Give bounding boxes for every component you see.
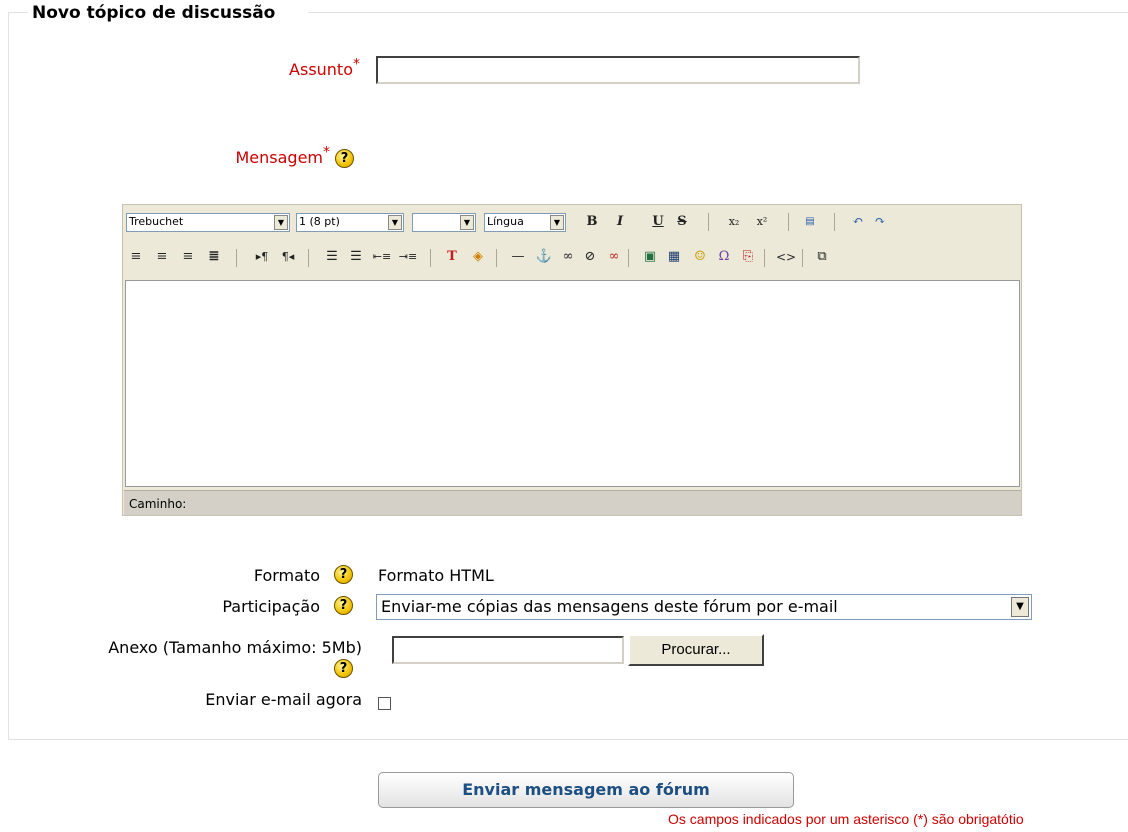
subject-label: Assunto* <box>250 56 360 79</box>
special-char-icon[interactable]: Ω <box>714 247 734 267</box>
toolbar-separator <box>308 249 309 267</box>
message-label-text: Mensagem <box>235 148 323 167</box>
participation-select[interactable]: Enviar-me cópias das mensagens deste fór… <box>376 594 1032 620</box>
chevron-down-icon: ▼ <box>388 215 402 230</box>
ordered-list-icon[interactable]: ☰ <box>322 247 342 267</box>
chevron-down-icon: ▼ <box>1011 597 1029 617</box>
justify-icon[interactable]: ≣ <box>204 247 224 267</box>
toolbar-separator <box>236 249 237 267</box>
superscript-icon[interactable]: x² <box>752 212 772 232</box>
strikethrough-icon[interactable]: S <box>672 212 692 232</box>
help-icon[interactable]: ? <box>334 659 353 678</box>
fieldset-border-top <box>8 12 28 13</box>
html-source-icon[interactable]: <> <box>776 247 796 267</box>
anchor-icon[interactable]: ⚓ <box>534 247 554 267</box>
font-size-select[interactable]: 1 (8 pt) ▼ <box>296 213 404 232</box>
attachment-file-input[interactable] <box>392 636 624 664</box>
outdent-icon[interactable]: ⇤≡ <box>372 247 392 267</box>
text-color-icon[interactable]: T <box>442 247 462 267</box>
background-color-icon[interactable]: ◈ <box>468 247 488 267</box>
message-label: Mensagem* <box>180 144 330 167</box>
help-icon[interactable]: ? <box>334 596 353 615</box>
toolbar-separator <box>628 249 629 267</box>
link-icon[interactable]: ∞ <box>558 247 578 267</box>
font-size-value: 1 (8 pt) <box>299 215 340 228</box>
chevron-down-icon: ▼ <box>274 215 288 230</box>
fieldset-border-bottom <box>8 739 1128 740</box>
unordered-list-icon[interactable]: ☰ <box>346 247 366 267</box>
align-center-icon[interactable]: ≡ <box>152 247 172 267</box>
format-value: Formato HTML <box>378 566 494 585</box>
toolbar-separator <box>802 249 803 267</box>
redo-icon[interactable]: ↷ <box>870 212 890 232</box>
chevron-down-icon: ▼ <box>550 215 564 230</box>
underline-icon[interactable]: U <box>648 212 668 232</box>
image-icon[interactable]: ▣ <box>640 247 660 267</box>
align-left-icon[interactable]: ≡ <box>126 247 146 267</box>
editor-text-area[interactable] <box>125 280 1020 487</box>
indent-icon[interactable]: ⇥≡ <box>398 247 418 267</box>
nolink-icon[interactable]: ∞ <box>604 247 624 267</box>
font-family-value: Trebuchet <box>129 215 184 228</box>
toolbar-separator <box>430 249 431 267</box>
browse-button[interactable]: Procurar... <box>628 634 764 666</box>
ltr-icon[interactable]: ▸¶ <box>252 247 272 267</box>
subject-input[interactable] <box>376 56 860 84</box>
required-asterisk: * <box>353 56 360 73</box>
email-now-checkbox[interactable] <box>378 697 391 710</box>
toolbar-separator <box>496 249 497 267</box>
editor-path-bar: Caminho: <box>124 490 1021 515</box>
required-fields-note: Os campos indicados por um asterisco (*)… <box>668 811 1024 827</box>
participation-label: Participação <box>222 597 320 616</box>
participation-selected: Enviar-me cópias das mensagens deste fór… <box>381 597 838 616</box>
smiley-icon[interactable]: ☺ <box>690 247 710 267</box>
horizontal-rule-icon[interactable]: — <box>508 247 528 267</box>
subject-label-text: Assunto <box>289 60 353 79</box>
search-replace-icon[interactable]: ⎘ <box>738 247 758 267</box>
form-legend: Novo tópico de discussão <box>32 3 276 23</box>
undo-icon[interactable]: ↶ <box>848 212 868 232</box>
help-icon[interactable]: ? <box>335 149 354 168</box>
language-select[interactable]: Língua ▼ <box>484 213 566 232</box>
align-right-icon[interactable]: ≡ <box>178 247 198 267</box>
font-family-select[interactable]: Trebuchet ▼ <box>126 213 290 232</box>
rtl-icon[interactable]: ¶◂ <box>278 247 298 267</box>
toolbar-separator <box>708 213 709 231</box>
heading-select[interactable]: ▼ <box>412 213 476 232</box>
subscript-icon[interactable]: x₂ <box>724 212 744 232</box>
paste-word-icon[interactable]: ▤ <box>800 212 820 232</box>
fullscreen-icon[interactable]: ⧉ <box>812 247 832 267</box>
bold-icon[interactable]: B <box>582 212 602 232</box>
toolbar-separator <box>764 249 765 267</box>
email-now-label: Enviar e-mail agora <box>205 690 362 709</box>
chevron-down-icon: ▼ <box>460 215 474 230</box>
attachment-label: Anexo (Tamanho máximo: 5Mb) <box>108 638 362 657</box>
help-icon[interactable]: ? <box>334 565 353 584</box>
required-asterisk: * <box>323 144 330 161</box>
language-value: Língua <box>487 215 524 228</box>
submit-button[interactable]: Enviar mensagem ao fórum <box>378 772 794 808</box>
fieldset-border-top <box>308 12 1128 13</box>
unlink-icon[interactable]: ⊘ <box>580 247 600 267</box>
toolbar-separator <box>834 213 835 231</box>
table-icon[interactable]: ▦ <box>664 247 684 267</box>
italic-icon[interactable]: I <box>610 212 630 232</box>
toolbar-separator <box>788 213 789 231</box>
fieldset-border-left <box>8 12 9 739</box>
format-label: Formato <box>253 566 320 585</box>
